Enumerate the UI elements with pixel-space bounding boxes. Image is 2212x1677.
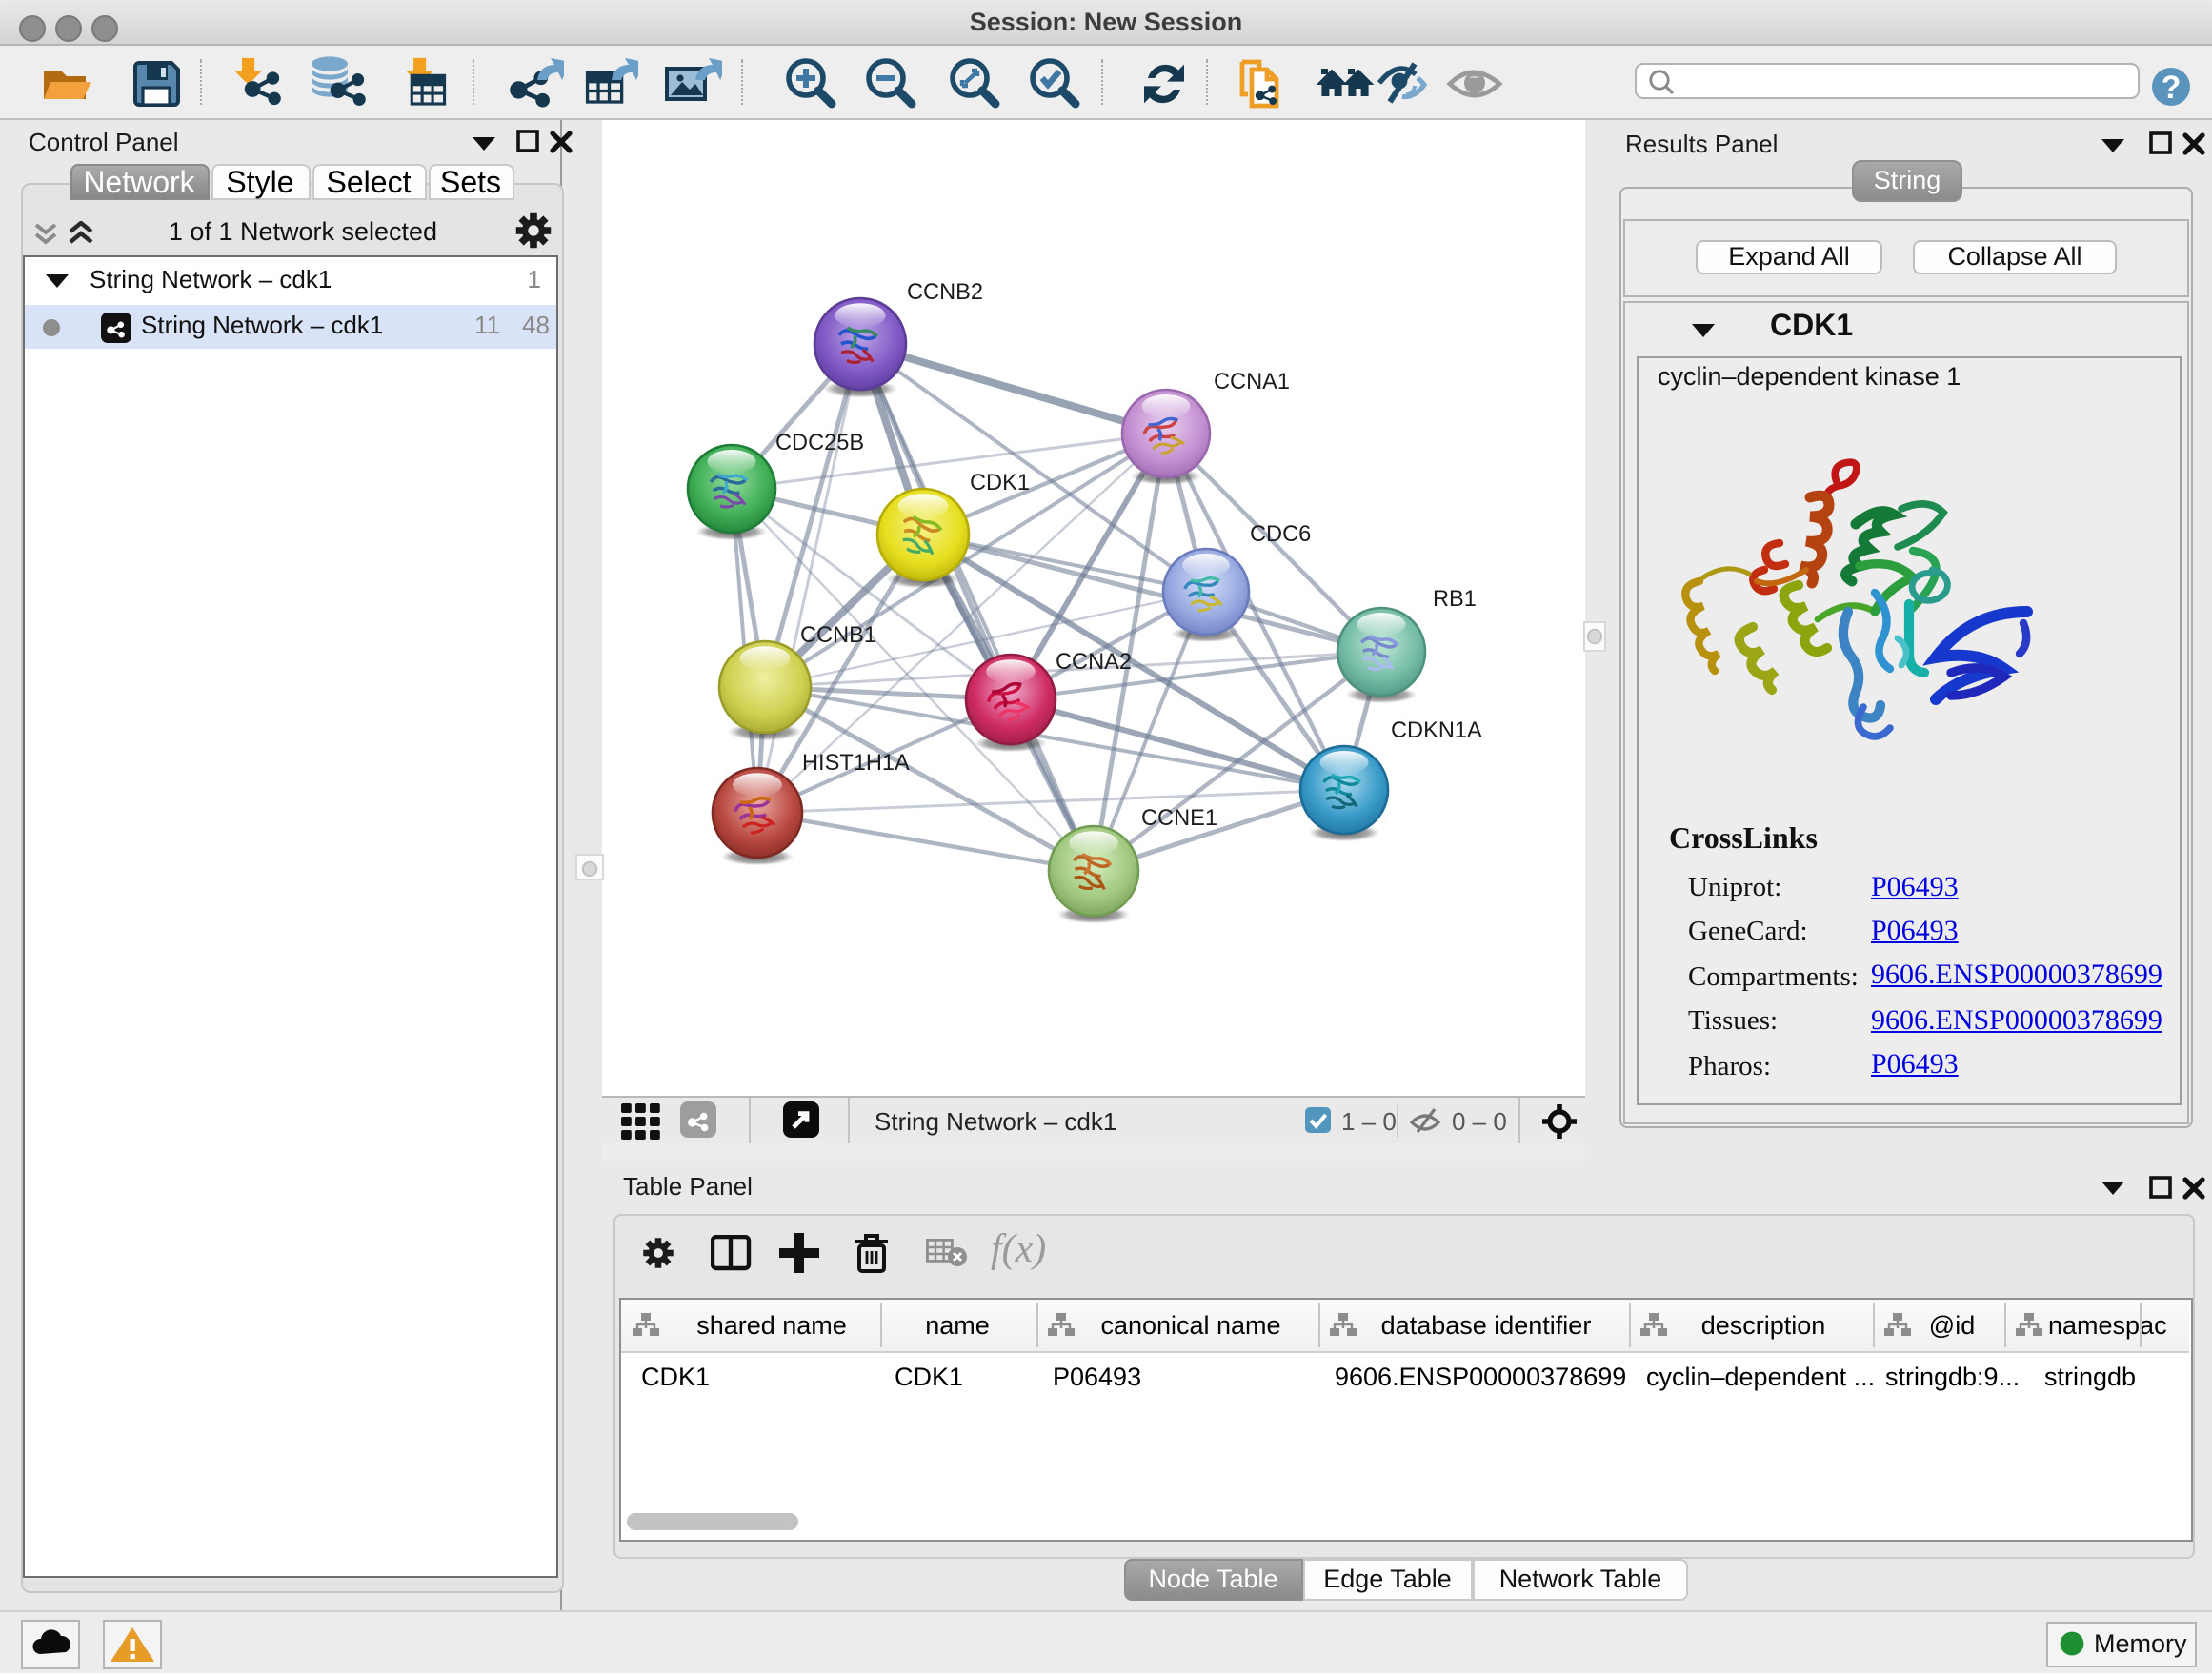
svg-text:CDC6: CDC6 <box>1250 521 1311 546</box>
svg-text:HIST1H1A: HIST1H1A <box>802 750 910 775</box>
svg-text:CCNA1: CCNA1 <box>1214 369 1290 394</box>
svg-text:CCNA2: CCNA2 <box>1056 649 1132 674</box>
svg-text:CDKN1A: CDKN1A <box>1391 717 1482 742</box>
svg-text:?: ? <box>2162 69 2182 105</box>
svg-text:RB1: RB1 <box>1433 586 1477 611</box>
svg-text:CCNB2: CCNB2 <box>907 279 983 304</box>
svg-text:CDK1: CDK1 <box>970 470 1030 495</box>
svg-text:CCNE1: CCNE1 <box>1141 805 1217 830</box>
svg-text:CCNB1: CCNB1 <box>800 622 876 647</box>
svg-text:CDC25B: CDC25B <box>775 430 864 455</box>
